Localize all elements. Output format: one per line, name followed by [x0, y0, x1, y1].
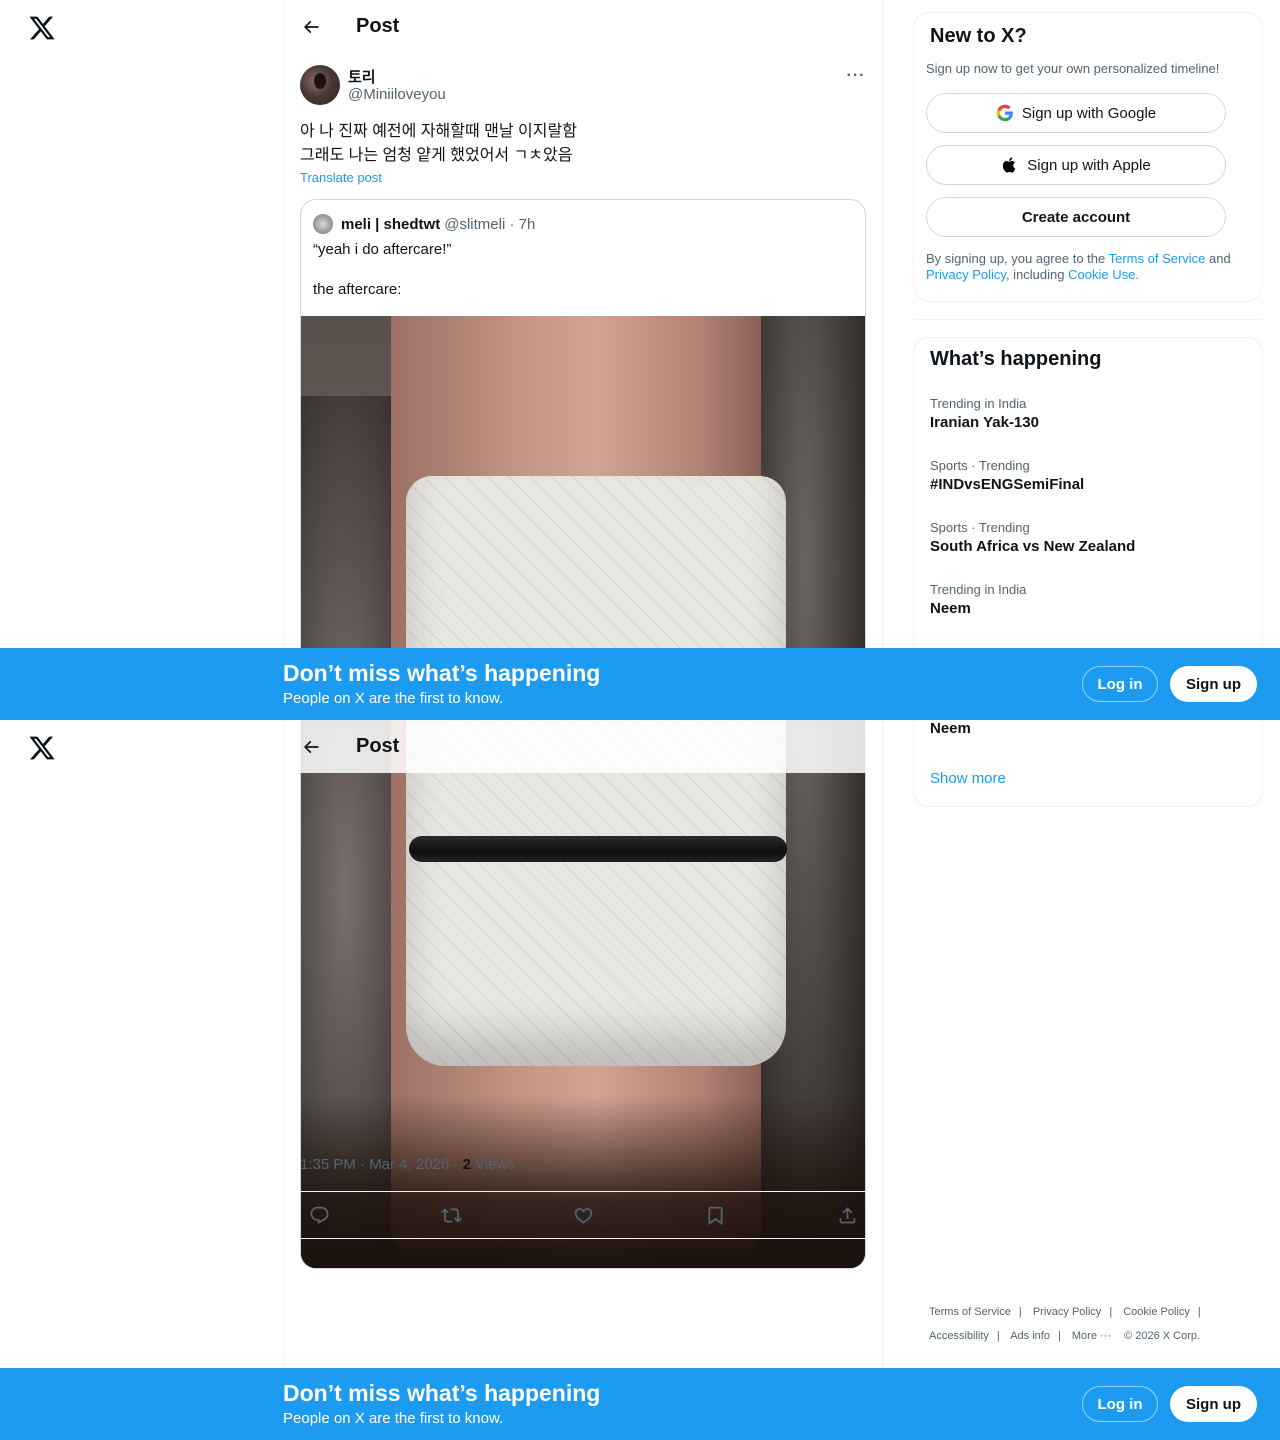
- footer-accessibility-link[interactable]: Accessibility: [929, 1330, 989, 1342]
- sidebar: New to X? Sign up now to get your own pe…: [913, 12, 1263, 720]
- trends-card: What’s happening Trending in India Irani…: [913, 720, 1263, 807]
- login-button[interactable]: Log in: [1082, 1386, 1158, 1422]
- cookie-link[interactable]: Cookie Use.: [1068, 267, 1139, 282]
- page-title: Post: [356, 735, 400, 757]
- banner-title: Don’t miss what’s happening: [283, 1380, 601, 1406]
- post-text-line: 그래도 나는 엄청 얕게 했었어서 ㄱㅊ았음: [300, 147, 573, 164]
- login-button[interactable]: Log in: [1082, 666, 1158, 702]
- footer-privacy-link[interactable]: Privacy Policy: [1033, 1306, 1101, 1318]
- footer-cookie-link[interactable]: Cookie Policy: [1123, 1306, 1190, 1318]
- signup-google-button[interactable]: Sign up with Google: [926, 93, 1226, 133]
- quoted-text-line: “yeah i do aftercare!”: [313, 241, 452, 258]
- reply-button[interactable]: [302, 1198, 336, 1232]
- primary-column: Post 1:35 PM · Mar 4, 2026 · 2 Views: [283, 720, 883, 1440]
- trend-item[interactable]: Sports · Trending South Africa vs New Ze…: [930, 520, 1246, 555]
- signup-subtitle: Sign up now to get your own personalized…: [926, 61, 1220, 76]
- share-button[interactable]: [830, 1198, 864, 1232]
- google-icon: [996, 104, 1014, 122]
- quoted-post[interactable]: meli | shedtwt @slitmeli · 7h “yeah i do…: [300, 199, 866, 720]
- post-actions: [300, 1191, 866, 1239]
- translate-post-link[interactable]: Translate post: [300, 170, 382, 185]
- more-options-icon[interactable]: ···: [846, 66, 866, 86]
- heart-icon: [574, 1207, 592, 1224]
- back-button[interactable]: [294, 10, 328, 44]
- banner-title: Don’t miss what’s happening: [283, 660, 601, 686]
- share-icon: [839, 1206, 855, 1223]
- banner-subtitle: People on X are the first to know.: [283, 690, 504, 707]
- bookmark-icon: [708, 1206, 722, 1225]
- terms-link[interactable]: Terms of Service: [1109, 251, 1206, 266]
- login-banner: Don’t miss what’s happening People on X …: [0, 648, 1280, 720]
- quoted-author-handle: @slitmeli · 7h: [444, 215, 536, 233]
- trends-title: What’s happening: [930, 348, 1102, 370]
- primary-column: Post 토리 @Miniiloveyou ··· 아 나 진짜 예전에 자해할…: [283, 0, 883, 720]
- signup-card: New to X? Sign up now to get your own pe…: [913, 12, 1263, 302]
- footer-more-link[interactable]: More ···: [1072, 1330, 1111, 1342]
- photo: [301, 720, 865, 1268]
- signup-button[interactable]: Sign up: [1170, 666, 1257, 702]
- quoted-author-name: meli | shedtwt: [341, 215, 441, 233]
- login-banner: Don’t miss what’s happening People on X …: [0, 1368, 1280, 1440]
- create-account-button[interactable]: Create account: [926, 197, 1226, 237]
- banner-subtitle: People on X are the first to know.: [283, 1410, 504, 1427]
- repost-icon: [440, 1207, 462, 1223]
- trend-item[interactable]: Trending in India Iranian Yak-130: [930, 396, 1246, 431]
- post-header: Post: [284, 720, 882, 773]
- post-text: 아 나 진짜 예전에 자해할때 맨날 이지랄함 그래도 나는 엄청 얕게 했었어…: [300, 120, 866, 168]
- apple-icon: [1001, 156, 1019, 174]
- views-count: 2: [462, 1156, 471, 1173]
- trend-item[interactable]: Sports · Trending #INDvsENGSemiFinal: [930, 458, 1246, 493]
- footer-copyright: © 2026 X Corp.: [1124, 1330, 1201, 1342]
- viewport-scrolled: Post 1:35 PM · Mar 4, 2026 · 2 Views Nee…: [0, 720, 1280, 1440]
- arrow-left-icon: [303, 740, 319, 753]
- footer-tos-link[interactable]: Terms of Service: [929, 1306, 1011, 1318]
- bookmark-button[interactable]: [698, 1198, 732, 1232]
- sidebar: New to X? Sign up now to get your own pe…: [913, 720, 1263, 807]
- like-button[interactable]: [566, 1198, 600, 1232]
- quoted-avatar: [313, 214, 333, 234]
- quoted-post[interactable]: [300, 720, 866, 1269]
- author-name[interactable]: 토리: [348, 66, 376, 87]
- privacy-link[interactable]: Privacy Policy: [926, 267, 1006, 282]
- post-author: 토리 @Miniiloveyou ···: [300, 64, 866, 106]
- signup-apple-button[interactable]: Sign up with Apple: [926, 145, 1226, 185]
- arrow-left-icon: [303, 20, 319, 33]
- repost-button[interactable]: [434, 1198, 468, 1232]
- avatar[interactable]: [300, 65, 340, 105]
- signup-apple-label: Sign up with Apple: [1027, 156, 1151, 174]
- trend-item[interactable]: Trending in India Neem: [930, 720, 1246, 737]
- divider: [913, 319, 1263, 320]
- quoted-post-header: meli | shedtwt @slitmeli · 7h: [313, 212, 535, 236]
- author-handle[interactable]: @Miniiloveyou: [348, 86, 446, 103]
- trend-item[interactable]: Trending in India Neem: [930, 582, 1246, 617]
- viewport-top: Post 토리 @Miniiloveyou ··· 아 나 진짜 예전에 자해할…: [0, 0, 1280, 720]
- x-logo-icon[interactable]: [28, 734, 56, 762]
- signup-google-label: Sign up with Google: [1021, 104, 1157, 122]
- footer-ads-link[interactable]: Ads info: [1010, 1330, 1050, 1342]
- x-logo-icon[interactable]: [28, 14, 56, 42]
- quoted-media-image[interactable]: [301, 720, 865, 1268]
- post-header: Post: [284, 0, 882, 53]
- reply-icon: [310, 1206, 328, 1224]
- footer-links: Terms of Service | Privacy Policy | Cookie…: [929, 1306, 1201, 1342]
- quoted-text-line: the aftercare:: [313, 281, 402, 298]
- post-text-line: 아 나 진짜 예전에 자해할때 맨날 이지랄함: [300, 123, 577, 140]
- signup-title: New to X?: [930, 25, 1027, 47]
- signup-legal: By signing up, you agree to the Terms of…: [926, 251, 1231, 282]
- back-button[interactable]: [294, 730, 328, 764]
- signup-button[interactable]: Sign up: [1170, 1386, 1257, 1422]
- show-more-link[interactable]: Show more: [930, 770, 1006, 787]
- post-timestamp[interactable]: 1:35 PM · Mar 4, 2026 · 2 Views: [300, 1156, 515, 1173]
- page-title: Post: [356, 15, 400, 37]
